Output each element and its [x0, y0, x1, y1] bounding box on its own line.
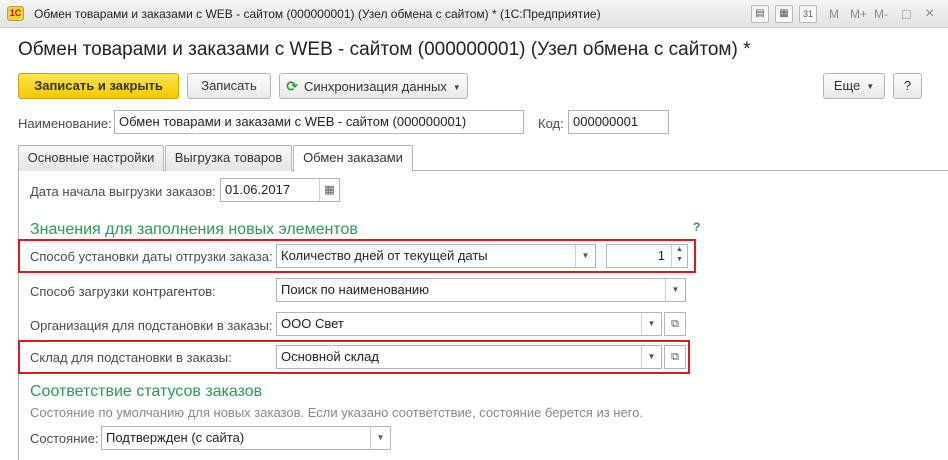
ship-date-method-value: Количество дней от текущей даты: [281, 248, 488, 263]
chevron-down-icon[interactable]: ▼: [370, 427, 390, 449]
name-label: Наименование:: [18, 116, 112, 131]
state-select[interactable]: Подтвержден (с сайта) ▼: [101, 426, 391, 450]
calendar-icon[interactable]: 31: [799, 5, 817, 23]
sync-data-label: Синхронизация данных: [304, 79, 447, 94]
close-icon[interactable]: ×: [925, 5, 934, 23]
stepper-arrows-icon[interactable]: ▲ ▼: [671, 245, 687, 267]
new-elements-section-title: Значения для заполнения новых элементов: [30, 221, 358, 238]
organization-label: Организация для подстановки в заказы:: [30, 318, 273, 333]
statuses-note: Состояние по умолчанию для новых заказов…: [30, 405, 643, 420]
organization-value: ООО Свет: [281, 316, 344, 331]
tab-order-exchange[interactable]: Обмен заказами: [293, 145, 413, 172]
memory-minus-button[interactable]: M-: [874, 5, 888, 23]
state-label: Состояние:: [30, 431, 99, 446]
chevron-down-icon: ▼: [866, 81, 875, 91]
warehouse-select[interactable]: Основной склад ▼: [276, 345, 662, 369]
memory-m-button[interactable]: M: [829, 5, 839, 23]
state-value: Подтвержден (с сайта): [106, 430, 245, 445]
start-date-value: 01.06.2017: [225, 182, 291, 197]
warehouse-value: Основной склад: [281, 349, 379, 364]
contractors-method-label: Способ загрузки контрагентов:: [30, 284, 216, 299]
page-title: Обмен товарами и заказами с WEB - сайтом…: [18, 39, 751, 60]
organization-select[interactable]: ООО Свет ▼: [276, 312, 662, 336]
sync-icon: ⟳: [286, 78, 298, 94]
calendar-icon[interactable]: ▦: [319, 179, 339, 201]
code-field[interactable]: 000000001: [568, 110, 669, 134]
document-icon[interactable]: ▤: [751, 5, 769, 23]
more-label: Еще: [833, 78, 861, 93]
start-date-field[interactable]: 01.06.2017 ▦: [220, 178, 340, 202]
restore-icon[interactable]: □: [902, 5, 910, 23]
ship-days-stepper[interactable]: 1 ▲ ▼: [606, 244, 688, 268]
memory-plus-button[interactable]: M+: [850, 5, 867, 23]
chevron-down-icon[interactable]: ▼: [641, 313, 661, 335]
chevron-down-icon[interactable]: ▼: [641, 346, 661, 368]
tab-main-settings[interactable]: Основные настройки: [18, 145, 164, 171]
help-button[interactable]: ?: [893, 73, 922, 99]
tab-goods-export[interactable]: Выгрузка товаров: [165, 145, 292, 171]
chevron-down-icon[interactable]: ▼: [575, 245, 595, 267]
save-and-close-button[interactable]: Записать и закрыть: [18, 73, 179, 99]
contractors-method-select[interactable]: Поиск по наименованию ▼: [276, 278, 686, 302]
more-button[interactable]: Еще ▼: [823, 73, 885, 99]
save-button[interactable]: Записать: [187, 73, 271, 99]
open-warehouse-icon[interactable]: ⧉: [664, 345, 686, 369]
help-icon[interactable]: ?: [693, 220, 700, 234]
code-label: Код:: [538, 116, 564, 131]
warehouse-label: Склад для подстановки в заказы:: [30, 350, 232, 365]
chevron-down-icon[interactable]: ▼: [665, 279, 685, 301]
contractors-method-value: Поиск по наименованию: [281, 282, 429, 297]
sync-data-button[interactable]: ⟳ Синхронизация данных ▼: [279, 73, 468, 99]
app-logo-icon: 1С: [7, 6, 24, 21]
ship-days-value: 1: [657, 248, 665, 263]
name-field[interactable]: Обмен товарами и заказами с WEB - сайтом…: [114, 110, 524, 134]
start-date-label: Дата начала выгрузки заказов:: [30, 184, 216, 199]
calculator-icon[interactable]: ▦: [775, 5, 793, 23]
order-statuses-section-title: Соответствие статусов заказов: [30, 383, 263, 400]
ship-date-method-select[interactable]: Количество дней от текущей даты ▼: [276, 244, 596, 268]
ship-date-method-label: Способ установки даты отгрузки заказа:: [30, 249, 273, 264]
window-title: Обмен товарами и заказами с WEB - сайтом…: [34, 7, 601, 21]
chevron-down-icon: ▼: [452, 82, 461, 92]
open-organization-icon[interactable]: ⧉: [664, 312, 686, 336]
